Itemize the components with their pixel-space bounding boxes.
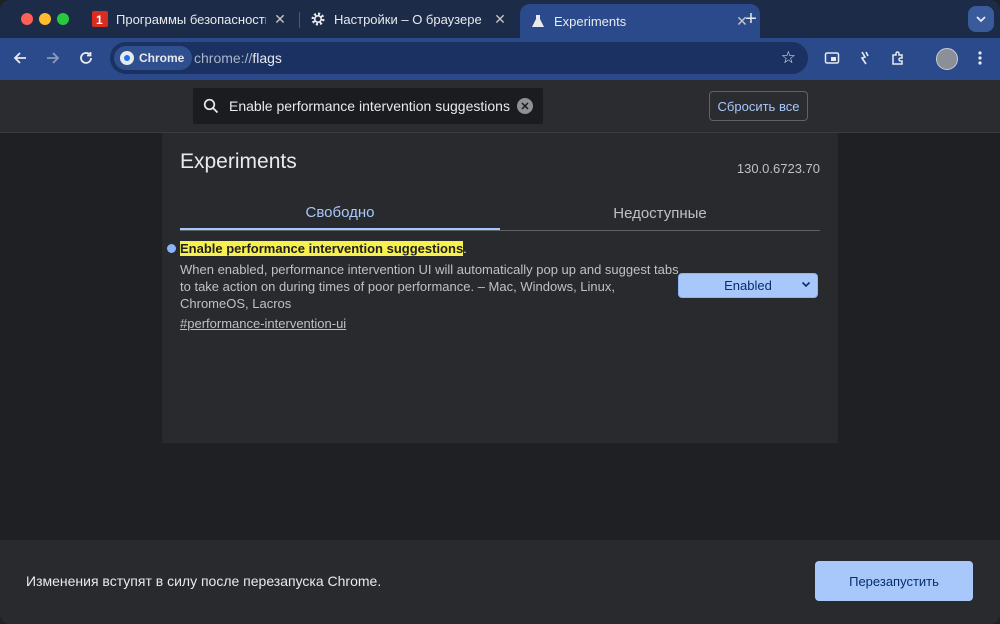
bookmark-star-icon[interactable]: ☆ (781, 48, 796, 68)
experiment-name: Enable performance intervention suggesti… (180, 241, 467, 256)
search-query: Enable performance intervention suggesti… (229, 98, 510, 114)
back-arrow-icon[interactable] (10, 48, 30, 68)
close-icon[interactable]: ✕ (272, 11, 288, 27)
close-window-button[interactable] (21, 13, 33, 25)
gear-icon (310, 11, 326, 27)
relaunch-button[interactable]: Перезапустить (815, 561, 973, 601)
site-chip[interactable]: Chrome (114, 46, 193, 70)
address-bar[interactable]: Chrome chrome://flags ☆ (110, 42, 808, 74)
experiment-state-select[interactable]: Enabled (678, 273, 818, 298)
tab-title: Настройки – О браузере Chrome (334, 11, 486, 27)
tab-search-button[interactable] (968, 6, 994, 32)
reset-all-button[interactable]: Сбросить все (709, 91, 808, 121)
tab-title: Experiments (554, 13, 627, 29)
chevron-down-icon (801, 279, 811, 292)
tab-available[interactable]: Свободно (180, 196, 500, 230)
close-icon[interactable]: ✕ (492, 11, 508, 27)
chip-label: Chrome (139, 51, 185, 65)
performance-icon[interactable] (855, 48, 875, 68)
profile-avatar[interactable] (936, 48, 958, 70)
minimize-window-button[interactable] (39, 13, 51, 25)
relaunch-message: Изменения вступят в силу после перезапус… (26, 573, 382, 589)
flags-search-input[interactable]: Enable performance intervention suggesti… (193, 88, 543, 124)
experiment-description: When enabled, performance intervention U… (180, 262, 679, 311)
tab-programs[interactable]: 1 Программы безопасности.ru ✕ (82, 0, 298, 38)
version-number: 130.0.6723.70 (736, 161, 820, 176)
chrome-logo-icon (120, 51, 134, 65)
page-title: Experiments (180, 150, 297, 173)
tab-experiments[interactable]: Experiments ✕ (520, 4, 760, 38)
tab-settings[interactable]: Настройки – О браузере Chrome ✕ (300, 0, 518, 38)
picture-in-picture-icon[interactable] (822, 48, 842, 68)
modified-indicator-dot (167, 244, 176, 253)
experiment-permalink[interactable]: #performance-intervention-ui (180, 316, 346, 331)
tab-title: Программы безопасности.ru (116, 11, 266, 27)
kebab-menu-icon[interactable] (970, 48, 990, 68)
url-text: chrome://flags (194, 50, 282, 66)
zoom-window-button[interactable] (57, 13, 69, 25)
flask-icon (530, 13, 546, 29)
chevron-down-icon (976, 16, 986, 23)
clear-search-icon[interactable]: ✕ (517, 98, 533, 114)
flags-tabs: Свободно Недоступные (180, 196, 820, 231)
tab-unavailable[interactable]: Недоступные (500, 196, 820, 230)
reload-icon[interactable] (76, 48, 96, 68)
svg-text:1: 1 (96, 13, 103, 27)
red-app-icon: 1 (92, 11, 108, 27)
selected-value: Enabled (724, 278, 772, 293)
extensions-puzzle-icon[interactable] (888, 48, 908, 68)
forward-arrow-icon[interactable] (43, 48, 63, 68)
search-icon (203, 98, 219, 114)
new-tab-button[interactable]: + (740, 8, 762, 30)
